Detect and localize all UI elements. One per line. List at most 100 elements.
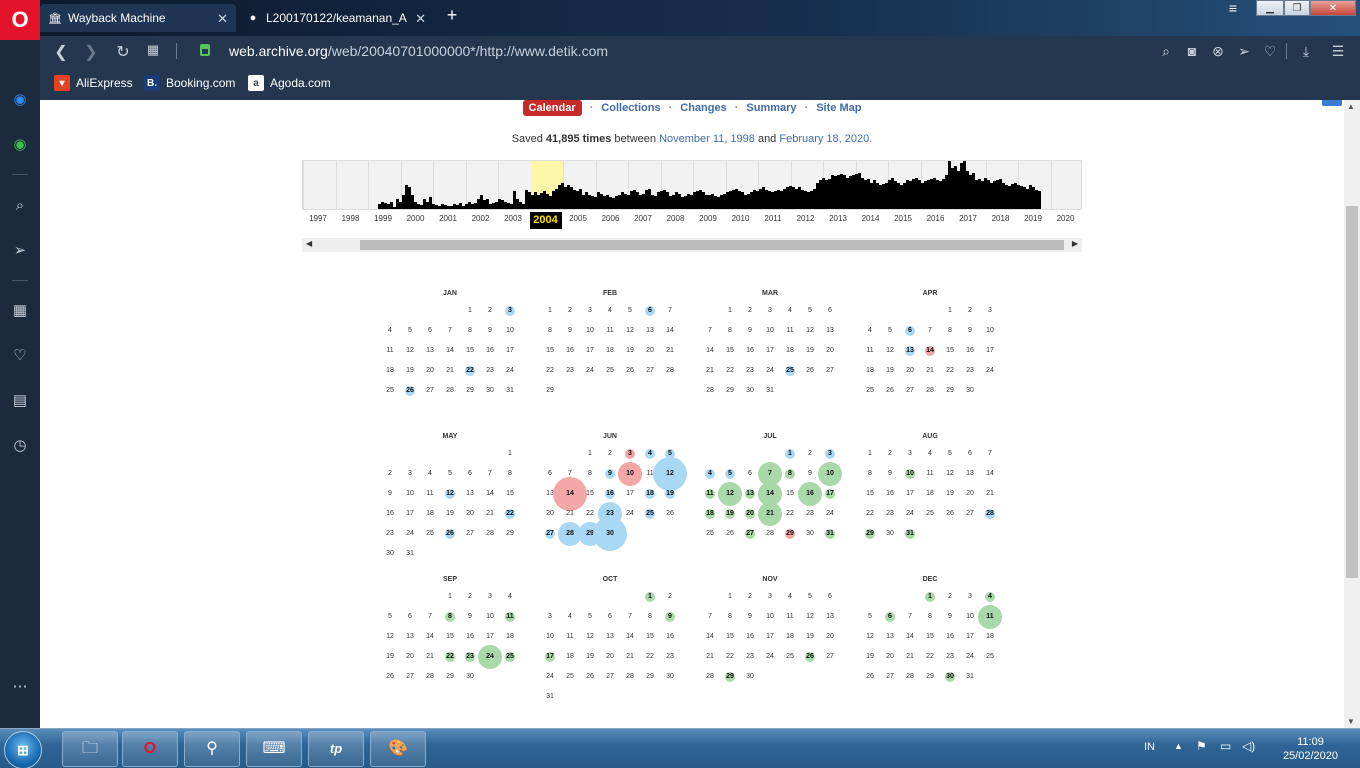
heart-icon[interactable]: ♡ xyxy=(1262,43,1278,59)
day-18[interactable]: 18 xyxy=(640,488,660,500)
day-27[interactable]: 27 xyxy=(740,528,760,540)
close-window-button[interactable]: ✕ xyxy=(1310,0,1356,16)
day-30[interactable]: 30 xyxy=(940,671,960,683)
volume-icon[interactable]: ◁) xyxy=(1242,739,1255,753)
back-icon[interactable]: ❮ xyxy=(52,42,70,62)
year-label-2000[interactable]: 2000 xyxy=(400,214,432,223)
day-29[interactable]: 29 xyxy=(780,528,800,540)
nav-calendar[interactable]: Calendar xyxy=(522,100,582,116)
network-tool-icon[interactable]: ⚲ xyxy=(184,731,240,767)
easy-setup-icon[interactable]: ☰ xyxy=(1330,43,1346,59)
nav-sitemap[interactable]: Site Map xyxy=(816,102,861,114)
close-icon[interactable]: ✕ xyxy=(415,11,426,27)
day-31[interactable]: 31 xyxy=(820,528,840,540)
day-22[interactable]: 22 xyxy=(460,365,480,377)
flag-icon[interactable]: ⚑ xyxy=(1196,739,1207,753)
day-29[interactable]: 29 xyxy=(860,528,880,540)
maximize-button[interactable]: ❐ xyxy=(1284,0,1310,16)
year-label-2011[interactable]: 2011 xyxy=(757,214,789,223)
day-23[interactable]: 23 xyxy=(460,651,480,663)
day-14[interactable]: 14 xyxy=(560,488,580,500)
tray-expand-icon[interactable]: ▲ xyxy=(1174,741,1183,751)
year-label-2019[interactable]: 2019 xyxy=(1017,214,1049,223)
day-12[interactable]: 12 xyxy=(440,488,460,500)
year-label-2004[interactable]: 2004 xyxy=(529,212,562,229)
last-capture-link[interactable]: February 18, 2020. xyxy=(779,133,872,145)
day-26[interactable]: 26 xyxy=(800,651,820,663)
day-6[interactable]: 6 xyxy=(900,325,920,337)
year-label-1999[interactable]: 1999 xyxy=(367,214,399,223)
year-label-2007[interactable]: 2007 xyxy=(627,214,659,223)
heart-icon[interactable]: ♡ xyxy=(10,346,30,366)
url-field[interactable]: web.archive.org/web/20040701000000*/http… xyxy=(229,43,608,59)
forward-icon[interactable]: ❯ xyxy=(82,42,100,62)
close-icon[interactable]: ✕ xyxy=(217,11,228,27)
scroll-top-button[interactable] xyxy=(1322,100,1342,106)
year-label-1997[interactable]: 1997 xyxy=(302,214,334,223)
day-3[interactable]: 3 xyxy=(620,448,640,460)
day-26[interactable]: 26 xyxy=(440,528,460,540)
capture-histogram[interactable] xyxy=(302,160,1082,210)
day-8[interactable]: 8 xyxy=(780,468,800,480)
day-1[interactable]: 1 xyxy=(780,448,800,460)
day-27[interactable]: 27 xyxy=(540,528,560,540)
scroll-right-icon[interactable]: ▶ xyxy=(1072,239,1078,248)
scroll-left-icon[interactable]: ◀ xyxy=(306,239,312,248)
day-5[interactable]: 5 xyxy=(720,468,740,480)
start-button[interactable]: ⊞ xyxy=(4,731,42,768)
day-13[interactable]: 13 xyxy=(740,488,760,500)
bookmark-booking[interactable]: B. Booking.com xyxy=(144,75,235,91)
explorer-icon[interactable]: 🗀 xyxy=(62,731,118,767)
day-20[interactable]: 20 xyxy=(740,508,760,520)
nav-collections[interactable]: Collections xyxy=(601,102,660,114)
adblock-icon[interactable]: ⊗ xyxy=(1210,43,1226,59)
day-28[interactable]: 28 xyxy=(560,528,580,540)
day-31[interactable]: 31 xyxy=(900,528,920,540)
opera-logo-icon[interactable]: O xyxy=(0,0,40,40)
search-icon[interactable]: ⌕ xyxy=(10,196,30,216)
day-29[interactable]: 29 xyxy=(720,671,740,683)
day-22[interactable]: 22 xyxy=(440,651,460,663)
day-11[interactable]: 11 xyxy=(980,611,1000,623)
day-9[interactable]: 9 xyxy=(660,611,680,623)
bookmark-agoda[interactable]: a Agoda.com xyxy=(248,75,331,91)
messenger-icon[interactable]: ◉ xyxy=(10,90,30,110)
year-label-2020[interactable]: 2020 xyxy=(1050,214,1082,223)
year-label-2017[interactable]: 2017 xyxy=(952,214,984,223)
menu-icon[interactable]: ≡ xyxy=(1224,0,1242,16)
scroll-down-icon[interactable]: ▼ xyxy=(1347,717,1355,726)
first-capture-link[interactable]: November 11, 1998 xyxy=(659,133,755,145)
nav-changes[interactable]: Changes xyxy=(680,102,726,114)
day-16[interactable]: 16 xyxy=(600,488,620,500)
day-4[interactable]: 4 xyxy=(980,591,1000,603)
day-19[interactable]: 19 xyxy=(660,488,680,500)
day-3[interactable]: 3 xyxy=(820,448,840,460)
network-icon[interactable]: ▭ xyxy=(1220,739,1231,753)
year-label-2005[interactable]: 2005 xyxy=(562,214,594,223)
day-25[interactable]: 25 xyxy=(640,508,660,520)
lock-icon[interactable] xyxy=(200,44,210,56)
year-label-2015[interactable]: 2015 xyxy=(887,214,919,223)
day-24[interactable]: 24 xyxy=(480,651,500,663)
day-17[interactable]: 17 xyxy=(540,651,560,663)
day-11[interactable]: 11 xyxy=(700,488,720,500)
day-6[interactable]: 6 xyxy=(640,305,660,317)
putty-icon[interactable]: ⌨ xyxy=(246,731,302,767)
bookmark-aliexpress[interactable]: ▾ AliExpress xyxy=(54,75,133,91)
day-6[interactable]: 6 xyxy=(880,611,900,623)
day-25[interactable]: 25 xyxy=(780,365,800,377)
clock[interactable]: 11:09 25/02/2020 xyxy=(1283,735,1338,763)
day-11[interactable]: 11 xyxy=(500,611,520,623)
minimize-button[interactable]: ▁ xyxy=(1256,0,1284,16)
year-label-2012[interactable]: 2012 xyxy=(790,214,822,223)
more-icon[interactable]: ⋯ xyxy=(10,677,30,697)
reload-icon[interactable]: ↻ xyxy=(114,42,132,62)
send-icon[interactable]: ➢ xyxy=(1236,43,1252,59)
day-14[interactable]: 14 xyxy=(760,488,780,500)
year-label-2001[interactable]: 2001 xyxy=(432,214,464,223)
tab-github[interactable]: ● L200170122/keamanan_A ✕ xyxy=(238,4,434,32)
day-1[interactable]: 1 xyxy=(640,591,660,603)
paint-icon[interactable]: 🎨 xyxy=(370,731,426,767)
day-16[interactable]: 16 xyxy=(800,488,820,500)
year-label-1998[interactable]: 1998 xyxy=(335,214,367,223)
